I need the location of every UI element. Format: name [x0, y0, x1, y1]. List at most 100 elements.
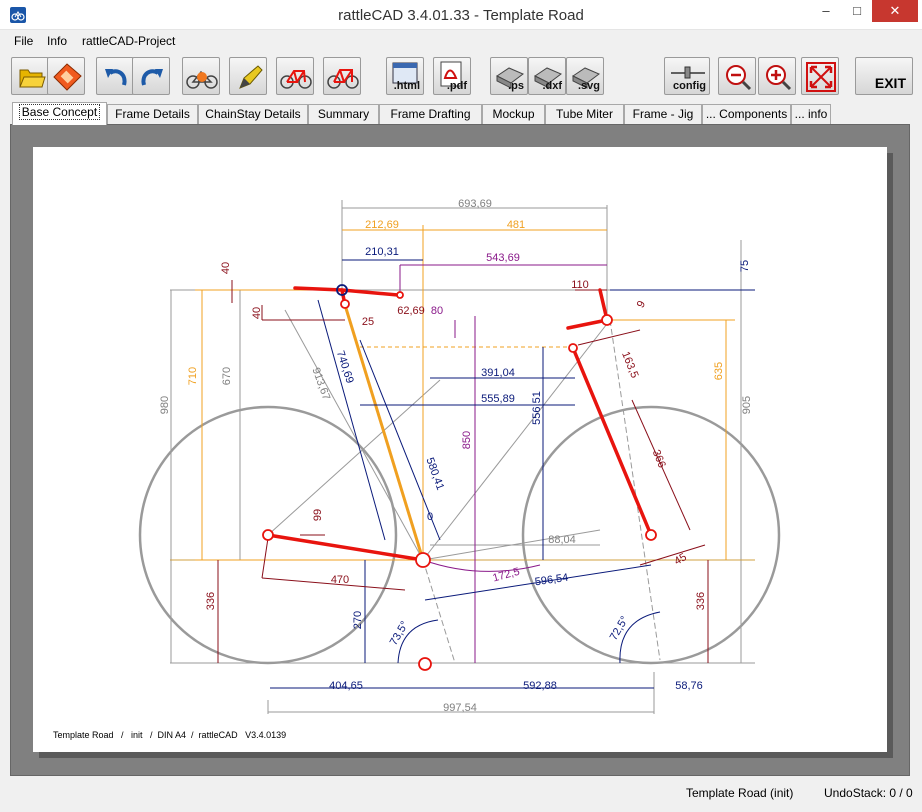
menu-bar: File Info rattleCAD-Project [0, 31, 922, 51]
menu-project[interactable]: rattleCAD-Project [82, 34, 175, 48]
dim-336-rear: 336 [205, 592, 217, 610]
darkred-labels: 40 40 25 62,69 110 9 163,5 366 99 470 33… [205, 262, 707, 610]
dim-997: 997,54 [443, 702, 477, 714]
export-svg-label: .svg [577, 80, 600, 92]
dim-99: 99 [312, 509, 324, 521]
export-svg-button[interactable]: .svg [566, 57, 604, 95]
minimize-button[interactable]: – [810, 0, 842, 22]
tab-chainstay-details[interactable]: ChainStay Details [198, 104, 308, 125]
bike-view-button[interactable] [276, 57, 314, 95]
tab-tube-miter[interactable]: Tube Miter [545, 104, 624, 125]
export-html-label: .html [393, 80, 420, 92]
dim-75: 75 [739, 260, 751, 272]
dim-913: 913,67 [309, 366, 332, 402]
bike-settings-icon [186, 70, 218, 89]
wheels [138, 405, 781, 665]
dim-163: 163,5 [619, 350, 640, 380]
navy-dimensions [270, 259, 755, 689]
dim-210: 210,31 [365, 246, 399, 258]
dim-592: 592,88 [523, 680, 557, 692]
purple-labels: 543,69 80 850 172,5 [431, 252, 521, 584]
exit-label: EXIT [874, 75, 906, 91]
tab-bar: Base Concept Frame Details ChainStay Det… [8, 102, 908, 125]
open-folder-icon [19, 69, 46, 88]
zoom-in-button[interactable] [758, 57, 796, 95]
tab-frame-drafting[interactable]: Frame Drafting [379, 104, 482, 125]
dim-470: 470 [331, 574, 349, 586]
dim-543: 543,69 [486, 252, 520, 264]
config-label: config [673, 80, 706, 92]
dim-0: 0 [427, 511, 433, 523]
dim-80: 80 [431, 305, 443, 317]
export-dxf-label: .dxf [542, 80, 562, 92]
darkred-dimensions [217, 280, 709, 663]
fit-screen-button[interactable] [801, 57, 839, 95]
orange-labels: 212,69 481 710 635 [187, 219, 725, 385]
export-pdf-button[interactable]: .pdf [433, 57, 471, 95]
dim-212: 212,69 [365, 219, 399, 231]
dim-481: 481 [507, 219, 525, 231]
tab-mockup[interactable]: Mockup [482, 104, 545, 125]
dim-270: 270 [352, 611, 364, 629]
bike-view-alt-button[interactable] [323, 57, 361, 95]
zoom-out-button[interactable] [718, 57, 756, 95]
redo-button[interactable] [132, 57, 170, 95]
angle-72: 72,5° [608, 614, 631, 642]
bike-geometry-drawing[interactable]: 693,69 980 670 913,67 905 88,04 997,54 2… [33, 147, 887, 752]
dim-710: 710 [187, 367, 199, 385]
status-bar: Template Road (init) UndoStack: 0 / 0 [0, 778, 922, 812]
export-dxf-button[interactable]: .dxf [528, 57, 566, 95]
dim-850: 850 [461, 431, 473, 449]
dim-62: 62,69 [397, 305, 425, 317]
dim-391: 391,04 [481, 367, 515, 379]
dim-172: 172,5 [491, 566, 521, 585]
tab-frame-details[interactable]: Frame Details [107, 104, 198, 125]
orange-dimensions [195, 225, 735, 561]
maximize-button[interactable]: □ [842, 0, 872, 22]
dim-980: 980 [159, 396, 171, 414]
bike-settings-button[interactable] [182, 57, 220, 95]
dim-580: 580,41 [423, 456, 446, 492]
dim-366: 366 [650, 448, 668, 470]
dim-40: 40 [251, 307, 263, 319]
dim-58: 58,76 [675, 680, 703, 692]
tab-frame-jig[interactable]: Frame - Jig [624, 104, 702, 125]
undo-icon [105, 69, 127, 86]
dim-110: 110 [571, 279, 589, 291]
open-button[interactable] [11, 57, 49, 95]
status-project: Template Road (init) [686, 786, 794, 800]
export-ps-button[interactable]: .ps [490, 57, 528, 95]
bike-edit-button[interactable] [229, 57, 267, 95]
tab-summary[interactable]: Summary [308, 104, 379, 125]
export-html-button[interactable]: .html [386, 57, 424, 95]
dim-9: 9 [635, 299, 648, 310]
dim-670: 670 [221, 367, 233, 385]
dim-556: 556,51 [531, 391, 543, 425]
exit-button[interactable]: EXIT [855, 57, 913, 95]
stem [566, 288, 610, 330]
save-icon [53, 63, 82, 91]
dim-40-top: 40 [220, 262, 232, 274]
config-button[interactable]: config [664, 57, 710, 95]
frame-joints [262, 291, 657, 671]
status-undo: UndoStack: 0 / 0 [824, 786, 913, 800]
menu-info[interactable]: Info [47, 34, 67, 48]
tab-base-concept[interactable]: Base Concept [12, 102, 107, 125]
dim-555: 555,89 [481, 393, 515, 405]
save-button[interactable] [47, 57, 85, 95]
dim-25: 25 [362, 316, 374, 328]
bike-pencil-icon [239, 65, 263, 89]
dim-596: 596,54 [534, 572, 569, 589]
tab-components[interactable]: ... Components [702, 104, 791, 125]
drawing-canvas[interactable]: 693,69 980 670 913,67 905 88,04 997,54 2… [33, 147, 887, 752]
close-button[interactable]: ✕ [872, 0, 918, 22]
dim-635: 635 [713, 362, 725, 380]
undo-button[interactable] [96, 57, 134, 95]
dim-45: 45 [672, 551, 689, 568]
angle-73: 73,5° [388, 619, 411, 647]
bike-red-alt-icon [327, 69, 359, 89]
construction-lines [170, 200, 755, 714]
menu-file[interactable]: File [14, 34, 33, 48]
redo-icon [141, 69, 163, 86]
tab-info[interactable]: ... info [791, 104, 831, 125]
